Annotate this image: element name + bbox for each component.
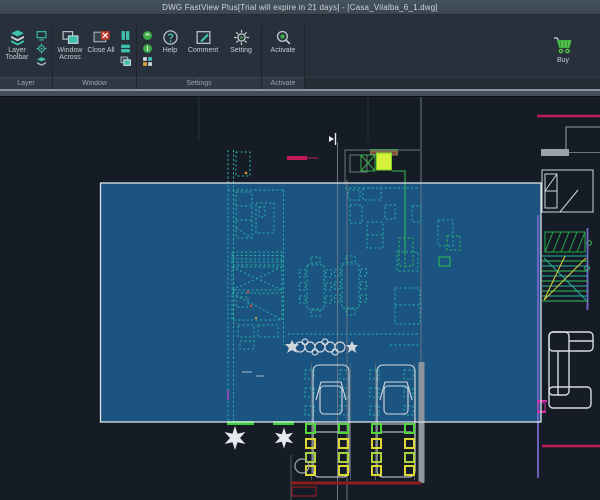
right-plan (537, 127, 600, 478)
circle-green-icon[interactable] (142, 30, 153, 41)
button-label: Layer Toolbar (2, 47, 32, 61)
ribbon-filler: Buy (305, 26, 600, 89)
buy-button[interactable]: Buy (552, 36, 574, 64)
ground-line (291, 483, 421, 496)
drawing-canvas[interactable] (0, 97, 600, 500)
button-label: Help (163, 47, 177, 54)
ribbon-toolbar: Layer Toolbar Layer (0, 15, 600, 89)
activate-button[interactable]: Activate (264, 28, 302, 55)
comment-button[interactable]: Comment (184, 28, 222, 55)
faint-lines (199, 97, 368, 140)
settings-small-icons (139, 28, 156, 69)
title-bar[interactable]: DWG FastView Plus[Trial will expire in 2… (0, 0, 600, 15)
button-label: Close All (87, 47, 114, 54)
selection-window (101, 183, 542, 422)
layer-small-icons (33, 28, 50, 69)
tree-symbols (225, 426, 309, 473)
tile-horizontal-icon[interactable] (120, 43, 131, 54)
layer-toolbar-button[interactable]: Layer Toolbar (2, 28, 32, 62)
close-all-button[interactable]: Close All (86, 28, 116, 55)
layers-small-icon[interactable] (36, 56, 47, 67)
window-across-button[interactable]: Window Across (55, 28, 85, 62)
button-label: Setting (230, 47, 252, 54)
monitor-small-icon[interactable] (36, 30, 47, 41)
gear-icon (233, 29, 250, 46)
magnifier-icon (275, 29, 292, 46)
star-icon (225, 426, 246, 450)
buy-label: Buy (557, 57, 569, 64)
group-label-settings: Settings (137, 77, 261, 89)
dwg-viewport (0, 97, 600, 500)
help-icon (162, 29, 179, 46)
grid-icon[interactable] (142, 56, 153, 67)
ribbon-group-layer: Layer Toolbar Layer (0, 26, 53, 89)
window-small-icons (117, 28, 134, 69)
cart-icon (552, 36, 574, 56)
help-button[interactable]: Help (157, 28, 183, 55)
close-window-icon (93, 29, 110, 46)
setting-button[interactable]: Setting (223, 28, 259, 55)
star-icon (275, 428, 293, 449)
cursor-icon (329, 133, 336, 145)
layers-icon (9, 29, 26, 46)
comment-icon (195, 29, 212, 46)
windows-icon (62, 29, 79, 46)
stairs-symbol (542, 256, 588, 301)
gear-small-icon[interactable] (36, 43, 47, 54)
group-label-activate: Activate (262, 77, 304, 89)
button-label: Comment (188, 47, 218, 54)
window-title: DWG FastView Plus[Trial will expire in 2… (162, 3, 438, 12)
dwg-fastview-window: DWG FastView Plus[Trial will expire in 2… (0, 0, 600, 500)
ribbon-bottom-edge (0, 89, 600, 97)
cascade-icon[interactable] (120, 56, 131, 67)
sofa-symbol (549, 332, 593, 408)
tile-vertical-icon[interactable] (120, 30, 131, 41)
ribbon-group-settings: Help Comment (137, 26, 262, 89)
button-label: Window Across (55, 47, 85, 61)
circle-green-icon[interactable] (142, 43, 153, 54)
button-label: Activate (271, 47, 296, 54)
group-label-window: Window (53, 77, 136, 89)
group-label-layer: Layer (0, 77, 52, 89)
ribbon-group-window: Window Across Close All (53, 26, 137, 89)
ribbon-group-activate: Activate Activate (262, 26, 305, 89)
